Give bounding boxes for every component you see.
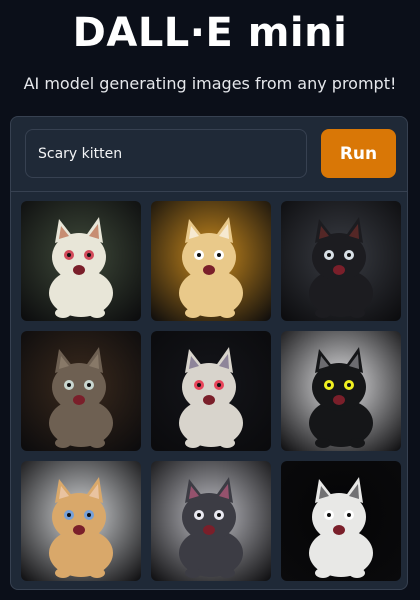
generated-image-6[interactable] <box>281 331 401 451</box>
generated-image-5[interactable] <box>151 331 271 451</box>
generated-image-1[interactable] <box>21 201 141 321</box>
generator-panel: Run <box>10 116 408 590</box>
generated-image-2[interactable] <box>151 201 271 321</box>
generated-image-3[interactable] <box>281 201 401 321</box>
page-subtitle: AI model generating images from any prom… <box>23 74 397 93</box>
image-gallery <box>21 201 401 581</box>
generated-image-9[interactable] <box>281 461 401 581</box>
prompt-toolbar: Run <box>11 117 407 192</box>
generated-image-4[interactable] <box>21 331 141 451</box>
generated-image-8[interactable] <box>151 461 271 581</box>
prompt-input[interactable] <box>25 129 307 178</box>
app-page: DALL·E mini AI model generating images f… <box>0 0 420 600</box>
generated-image-7[interactable] <box>21 461 141 581</box>
page-title: DALL·E mini <box>72 10 348 56</box>
run-button[interactable]: Run <box>321 129 396 178</box>
